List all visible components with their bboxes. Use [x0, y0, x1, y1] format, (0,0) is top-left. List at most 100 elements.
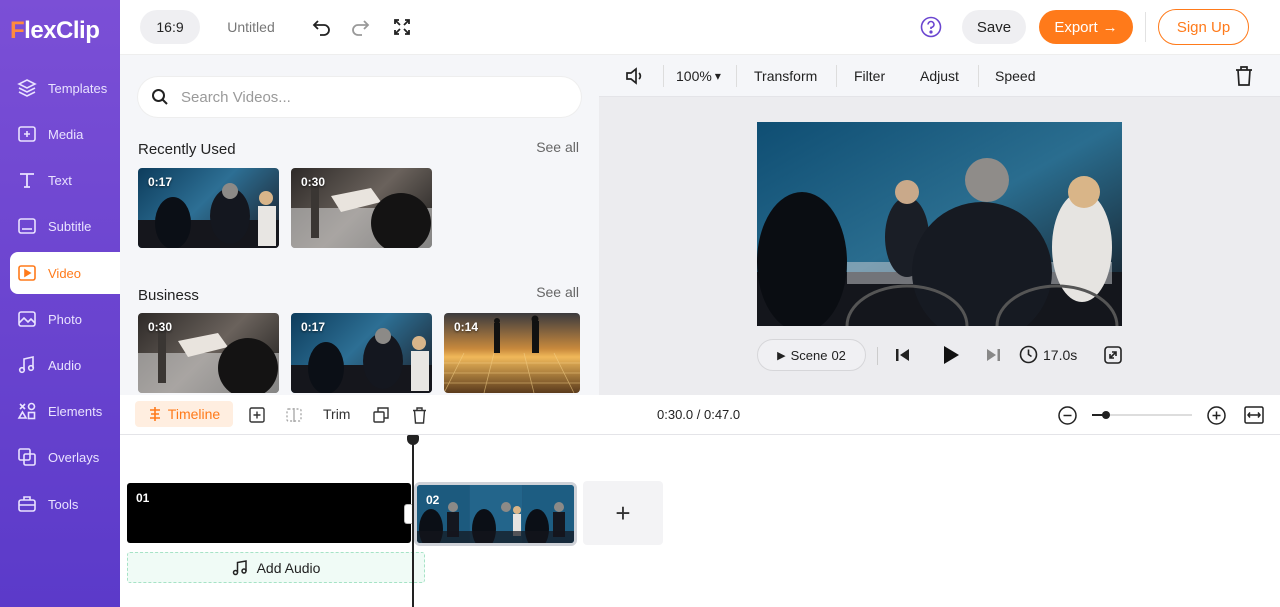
- time-display: 0:30.0 / 0:47.0: [657, 407, 741, 422]
- flexclip-logo[interactable]: FlexClip: [10, 16, 100, 46]
- sidebar-item-tools[interactable]: Tools: [10, 483, 120, 525]
- see-all-link[interactable]: See all: [536, 284, 579, 300]
- top-bar: 16:9 Untitled Save Export → Sign Up: [120, 0, 1280, 55]
- save-button[interactable]: Save: [962, 10, 1026, 44]
- duration-display: 17.0s: [1019, 345, 1077, 364]
- sidebar-item-label: Text: [48, 172, 72, 188]
- help-icon[interactable]: [917, 10, 945, 44]
- scene-button[interactable]: ▶ Scene 02: [757, 339, 866, 371]
- divider: [736, 65, 737, 87]
- divider: [1145, 12, 1146, 42]
- divider: [836, 65, 837, 87]
- logo-initial: F: [10, 17, 25, 44]
- skip-forward-icon[interactable]: [985, 347, 1001, 368]
- sidebar-item-overlays[interactable]: Overlays: [10, 436, 120, 478]
- elements-icon: [16, 400, 38, 422]
- volume-icon[interactable]: [625, 55, 645, 97]
- export-label: Export: [1054, 18, 1098, 36]
- sidebar-item-label: Overlays: [48, 449, 100, 465]
- sign-up-button[interactable]: Sign Up: [1158, 9, 1249, 45]
- delete-icon[interactable]: [409, 405, 429, 425]
- fullscreen-icon[interactable]: [388, 10, 416, 44]
- sidebar-item-label: Elements: [48, 403, 103, 419]
- duration-label: 0:17: [301, 320, 326, 334]
- search-input[interactable]: Search Videos...: [181, 89, 291, 106]
- divider: [663, 65, 664, 87]
- subtitle-icon: [16, 215, 38, 237]
- sidebar-item-templates[interactable]: Templates: [10, 67, 120, 109]
- video-thumbnail[interactable]: 0:17: [291, 313, 432, 393]
- sidebar-item-media[interactable]: Media: [10, 113, 120, 155]
- sidebar-item-label: Audio: [48, 357, 82, 373]
- duplicate-icon[interactable]: [371, 405, 391, 425]
- filter-button[interactable]: Filter: [854, 55, 885, 97]
- sidebar-item-photo[interactable]: Photo: [10, 298, 120, 340]
- edit-toolbar: 100% ▾ Transform Filter Adjust Speed: [599, 55, 1280, 97]
- video-thumbnail[interactable]: 0:17: [138, 168, 279, 248]
- sidebar-item-audio[interactable]: Audio: [10, 344, 120, 386]
- zoom-in-icon[interactable]: [1206, 405, 1226, 425]
- tab-timeline[interactable]: Timeline: [135, 401, 233, 427]
- playhead[interactable]: [407, 435, 419, 607]
- plus-icon: +: [615, 497, 631, 528]
- zoom-out-icon[interactable]: [1057, 405, 1077, 425]
- zoom-slider-handle[interactable]: [1102, 411, 1110, 419]
- video-thumbnail[interactable]: 0:30: [138, 313, 279, 393]
- video-preview[interactable]: [757, 122, 1122, 326]
- split-icon[interactable]: [284, 405, 304, 425]
- speed-button[interactable]: Speed: [995, 55, 1035, 97]
- add-clip-button[interactable]: +: [583, 481, 663, 545]
- arrow-right-icon: →: [1102, 18, 1118, 36]
- scene-label: Scene: [790, 347, 828, 363]
- aspect-ratio-button[interactable]: 16:9: [140, 10, 200, 44]
- see-all-link[interactable]: See all: [536, 139, 579, 155]
- sidebar-item-elements[interactable]: Elements: [10, 390, 120, 432]
- skip-back-icon[interactable]: [895, 347, 911, 368]
- search-icon: [151, 88, 169, 106]
- divider: [877, 347, 878, 365]
- project-title[interactable]: Untitled: [216, 10, 286, 44]
- video-thumbnail[interactable]: 0:30: [291, 168, 432, 248]
- add-audio-button[interactable]: Add Audio: [127, 552, 425, 583]
- trash-icon[interactable]: [1235, 55, 1253, 97]
- zoom-select[interactable]: 100% ▾: [676, 55, 721, 97]
- chevron-down-icon: ▾: [714, 69, 721, 83]
- undo-icon[interactable]: [308, 10, 336, 44]
- adjust-button[interactable]: Adjust: [920, 55, 959, 97]
- sidebar-item-text[interactable]: Text: [10, 159, 120, 201]
- fullscreen-preview-icon[interactable]: [1104, 346, 1122, 369]
- playback-controls: ▶ Scene 02 17.0s: [757, 339, 1137, 373]
- play-icon[interactable]: [941, 345, 961, 370]
- music-note-icon: [232, 559, 248, 576]
- timeline-icon: [148, 406, 162, 422]
- trim-button[interactable]: Trim: [323, 406, 350, 422]
- clock-icon: [1019, 345, 1038, 364]
- playhead-handle[interactable]: [407, 435, 419, 445]
- layers-icon: [16, 77, 38, 99]
- timeline-toolbar: Timeline Trim 0:30.0 / 0:47.0: [120, 395, 1280, 435]
- toolbox-icon: [16, 493, 38, 515]
- zoom-slider[interactable]: [1092, 411, 1192, 419]
- timeline-track: 01 02 + Add Audio: [120, 435, 1280, 607]
- timeline-clip[interactable]: 02: [414, 482, 577, 546]
- logo-text: lexClip: [24, 17, 100, 44]
- add-scene-icon[interactable]: [247, 405, 267, 425]
- section-title-recently-used: Recently Used: [138, 141, 236, 158]
- scene-number: 02: [831, 347, 846, 363]
- sidebar-item-label: Media: [48, 126, 84, 142]
- video-thumbnail[interactable]: 0:14: [444, 313, 580, 393]
- zoom-value: 100%: [676, 68, 712, 84]
- export-button[interactable]: Export →: [1039, 10, 1133, 44]
- sidebar-item-subtitle[interactable]: Subtitle: [10, 205, 120, 247]
- photo-icon: [16, 308, 38, 330]
- sidebar-item-video[interactable]: Video: [10, 252, 120, 294]
- fit-timeline-icon[interactable]: [1244, 405, 1264, 425]
- sidebar-item-label: Subtitle: [48, 218, 92, 234]
- sidebar-item-label: Tools: [48, 496, 79, 512]
- search-bar[interactable]: Search Videos...: [138, 77, 581, 117]
- timeline-clip[interactable]: 01: [127, 483, 411, 543]
- sidebar-item-label: Templates: [48, 80, 108, 96]
- redo-icon[interactable]: [346, 10, 374, 44]
- transform-button[interactable]: Transform: [754, 55, 817, 97]
- timeline-tab-label: Timeline: [167, 406, 221, 422]
